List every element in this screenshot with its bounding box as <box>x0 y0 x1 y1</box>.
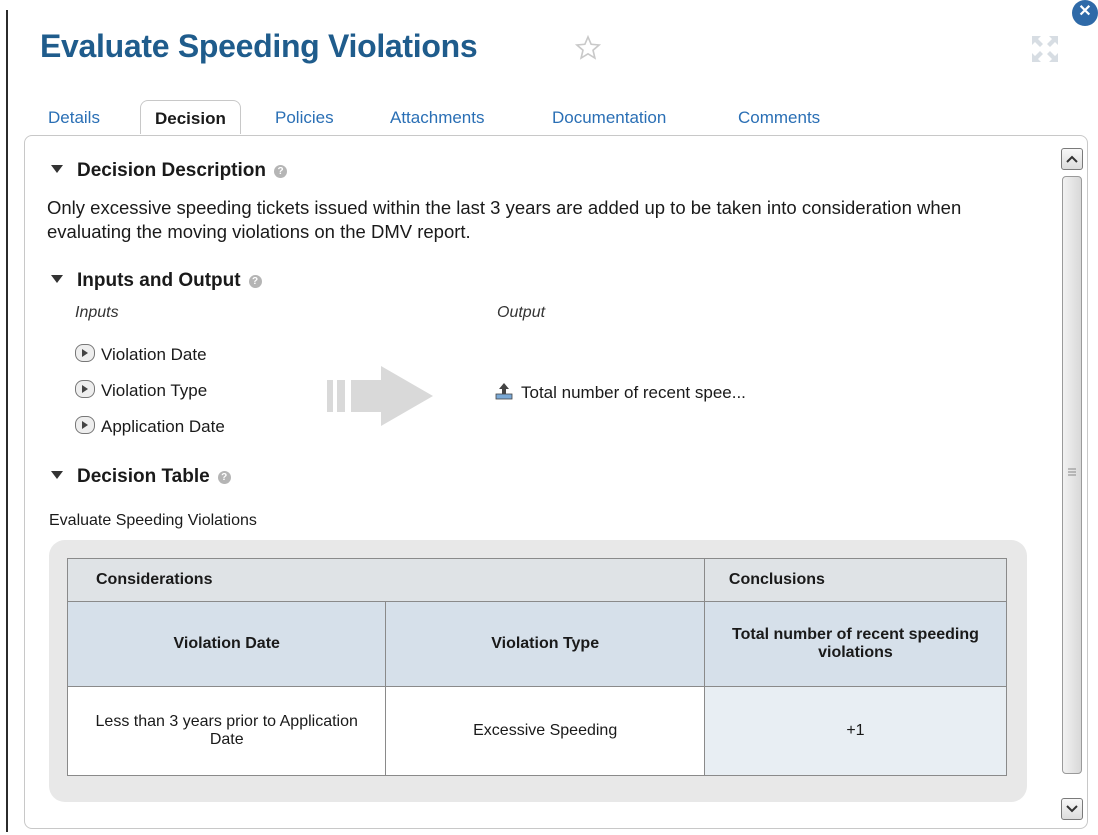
flow-arrow-icon <box>327 366 433 426</box>
tab-decision[interactable]: Decision <box>140 100 241 134</box>
input-item[interactable]: Application Date <box>75 416 225 437</box>
section-decision-table[interactable]: Decision Table? <box>51 466 231 488</box>
section-title: Decision Description <box>77 160 266 181</box>
maximize-icon[interactable] <box>1030 34 1060 64</box>
section-inputs-output[interactable]: Inputs and Output? <box>51 270 262 292</box>
conclusions-header: Conclusions <box>703 558 1008 602</box>
output-upload-icon <box>495 383 513 400</box>
input-item[interactable]: Violation Type <box>75 380 207 401</box>
table-cell[interactable]: Less than 3 years prior to Application D… <box>66 686 387 776</box>
scroll-thumb[interactable] <box>1062 176 1082 774</box>
chevron-down-icon <box>1066 805 1078 813</box>
page-title: Evaluate Speeding Violations <box>40 28 478 64</box>
tab-policies[interactable]: Policies <box>275 108 334 128</box>
column-header: Violation Type <box>385 601 705 687</box>
inputs-label: Inputs <box>75 304 119 321</box>
scroll-up-button[interactable] <box>1061 148 1083 170</box>
input-arrow-icon <box>75 344 95 362</box>
output-item[interactable]: Total number of recent spee... <box>495 382 746 403</box>
considerations-header: Considerations <box>67 558 705 602</box>
chevron-up-icon <box>1066 155 1078 163</box>
help-icon[interactable]: ? <box>248 275 262 288</box>
grip-icon <box>1068 468 1076 476</box>
tab-details[interactable]: Details <box>48 108 100 128</box>
tab-documentation[interactable]: Documentation <box>552 108 666 128</box>
section-decision-description[interactable]: Decision Description? <box>51 160 287 182</box>
table-cell[interactable]: +1 <box>703 686 1008 776</box>
decision-table-name: Evaluate Speeding Violations <box>49 512 257 529</box>
collapse-triangle-icon[interactable] <box>51 275 63 283</box>
scroll-down-button[interactable] <box>1061 798 1083 820</box>
column-header: Total number of recent speeding violatio… <box>703 601 1008 687</box>
decision-description-text: Only excessive speeding tickets issued w… <box>47 197 962 242</box>
table-cell[interactable]: Excessive Speeding <box>385 686 705 776</box>
output-label: Output <box>497 304 546 321</box>
input-arrow-icon <box>75 416 95 434</box>
decision-panel: Decision Description? Only excessive spe… <box>24 135 1088 829</box>
section-title: Decision Table <box>77 466 210 487</box>
section-title: Inputs and Output <box>77 270 241 291</box>
table-row: Less than 3 years prior to Application D… <box>66 686 1008 776</box>
tab-comments[interactable]: Comments <box>738 108 820 128</box>
close-icon[interactable]: ✕ <box>1072 0 1098 26</box>
vertical-scrollbar[interactable] <box>1057 136 1087 828</box>
star-icon[interactable] <box>574 34 602 62</box>
tab-attachments[interactable]: Attachments <box>390 108 485 128</box>
input-arrow-icon <box>75 380 95 398</box>
decision-table: Considerations Conclusions Violation Dat… <box>66 558 1008 776</box>
help-icon[interactable]: ? <box>217 471 231 484</box>
help-icon[interactable]: ? <box>274 165 287 178</box>
decision-table-container: Considerations Conclusions Violation Dat… <box>49 540 1027 802</box>
collapse-triangle-icon[interactable] <box>51 471 63 479</box>
column-header: Violation Date <box>66 601 387 687</box>
input-item[interactable]: Violation Date <box>75 344 207 365</box>
collapse-triangle-icon[interactable] <box>51 165 63 173</box>
